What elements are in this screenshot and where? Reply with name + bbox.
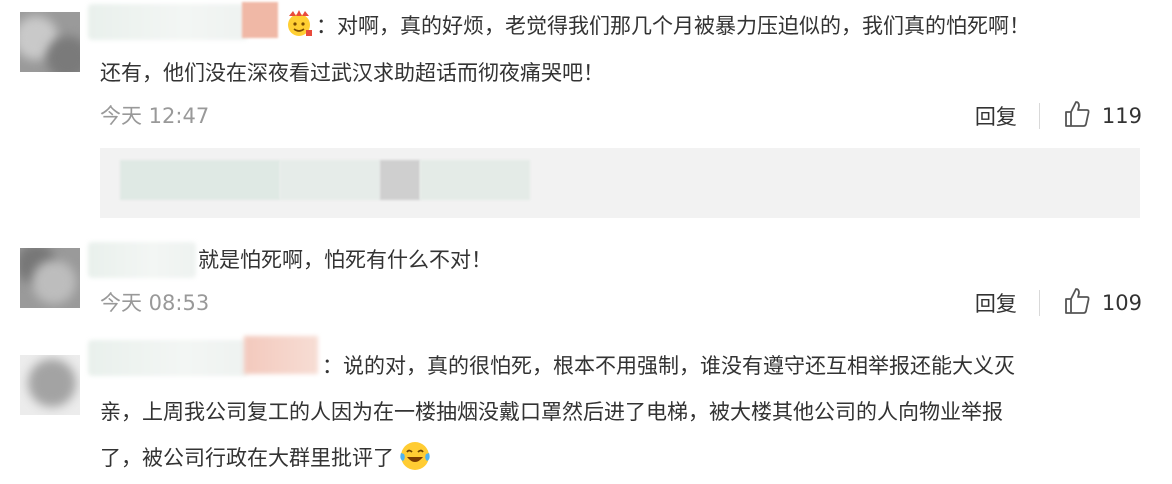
- quoted-text-blurred: [120, 160, 280, 200]
- like-count: 119: [1101, 104, 1142, 128]
- tears-of-joy-emoji-icon: [398, 439, 432, 477]
- thumbs-up-icon: [1062, 99, 1092, 133]
- comment-text: 就是怕死啊，怕死有什么不对！: [198, 248, 492, 272]
- comment-text: 还有，他们没在深夜看过武汉求助超话而彻夜痛哭吧！: [100, 61, 604, 85]
- username-blurred[interactable]: [88, 4, 248, 40]
- reply-button[interactable]: 回复: [975, 101, 1017, 131]
- avatar[interactable]: [20, 248, 80, 308]
- like-count: 109: [1101, 291, 1142, 315]
- comment-time: 今天 12:47: [100, 104, 210, 128]
- comment-text: ：说的对，真的很怕死，根本不用强制，谁没有遵守还互相举报还能大义灭: [322, 354, 1015, 378]
- like-button[interactable]: 119: [1062, 99, 1142, 133]
- comment-actions: 回复 119: [975, 99, 1142, 133]
- comment-text: 了，被公司行政在大群里批评了: [100, 446, 394, 470]
- username-badge-blurred: [242, 2, 278, 38]
- comment-time: 今天 08:53: [100, 291, 210, 315]
- comment-last-line: 了，被公司行政在大群里批评了: [100, 438, 432, 478]
- avatar[interactable]: [20, 12, 80, 72]
- reply-button[interactable]: 回复: [975, 288, 1017, 318]
- quoted-text-blurred: [280, 160, 380, 200]
- divider: [1038, 103, 1040, 129]
- quoted-reply-box[interactable]: [100, 148, 1140, 218]
- comment-actions: 回复 109: [975, 286, 1142, 320]
- username-blurred[interactable]: [88, 242, 196, 278]
- divider: [1038, 290, 1040, 316]
- thumbs-up-icon: [1062, 286, 1092, 320]
- username-badge-blurred: [244, 336, 318, 374]
- quoted-text-blurred: [420, 160, 530, 200]
- crown-emoji-icon: [284, 8, 314, 42]
- username-blurred[interactable]: [88, 340, 248, 376]
- comment-text: 亲，上周我公司复工的人因为在一楼抽烟没戴口罩然后进了电梯，被大楼其他公司的人向物…: [100, 400, 1003, 424]
- quoted-text-blurred: [380, 160, 420, 200]
- comment-text: ：对啊，真的好烦，老觉得我们那几个月被暴力压迫似的，我们真的怕死啊！: [316, 14, 1030, 38]
- like-button[interactable]: 109: [1062, 286, 1142, 320]
- avatar[interactable]: [20, 355, 80, 415]
